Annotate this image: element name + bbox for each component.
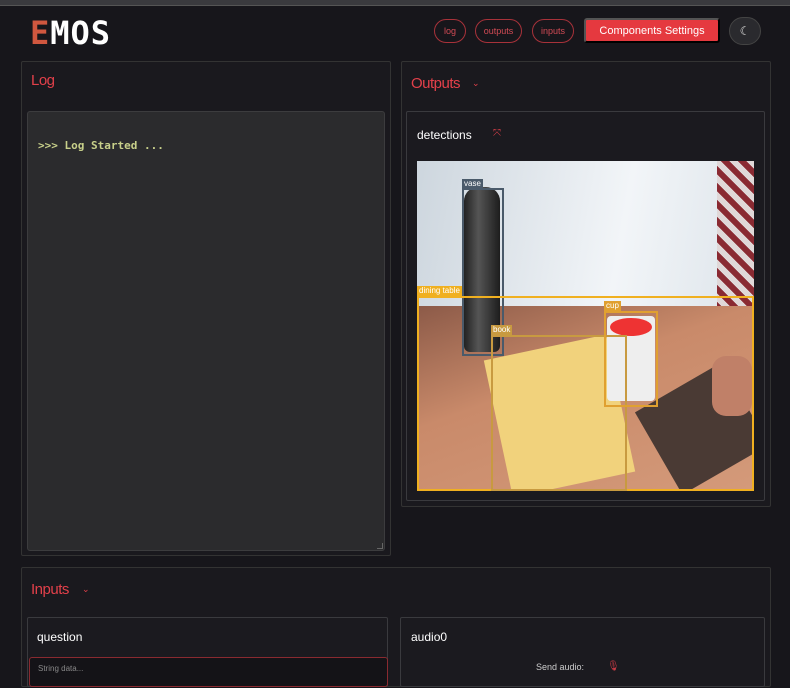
question-input-wrapper [29, 657, 388, 688]
bbox-cup [604, 311, 658, 407]
outputs-title: Outputs [411, 75, 461, 92]
collapse-chevron-icon[interactable]: ⌄ [472, 78, 480, 89]
log-text: >>> Log Started ... [38, 139, 164, 152]
inputs-title: Inputs [31, 581, 69, 598]
components-settings-button[interactable]: Components Settings [584, 18, 720, 43]
bbox-label: cup [604, 301, 621, 311]
nav-inputs-button[interactable]: inputs [532, 19, 574, 43]
logo-letter: E [30, 14, 51, 52]
send-audio-label: Send audio: [536, 662, 585, 672]
bbox-label: dining table [417, 286, 462, 296]
expand-icon[interactable]: ⤧ [493, 128, 501, 139]
log-console[interactable]: >>> Log Started ... [27, 111, 385, 551]
question-input[interactable] [30, 659, 387, 688]
theme-toggle-button[interactable]: ☾ [729, 17, 761, 45]
nav-outputs-button[interactable]: outputs [475, 19, 522, 43]
bbox-label: book [491, 325, 513, 335]
window-top-bar [0, 0, 790, 6]
question-title: question [37, 630, 83, 644]
detection-image: vase dining table book cup [417, 161, 754, 491]
moon-icon: ☾ [739, 24, 751, 38]
detections-title: detections [417, 128, 472, 142]
bbox-label: vase [462, 179, 483, 189]
emos-logo: EMOS [30, 14, 111, 52]
nav-log-button[interactable]: log [434, 19, 466, 43]
logo-text: MOS [50, 14, 112, 52]
microphone-icon[interactable]: 🎙 [607, 661, 620, 672]
collapse-chevron-icon[interactable]: ⌄ [82, 584, 90, 595]
log-title: Log [31, 72, 55, 89]
resize-handle[interactable] [377, 543, 383, 549]
audio-title: audio0 [411, 630, 448, 644]
audio-card [400, 617, 765, 687]
